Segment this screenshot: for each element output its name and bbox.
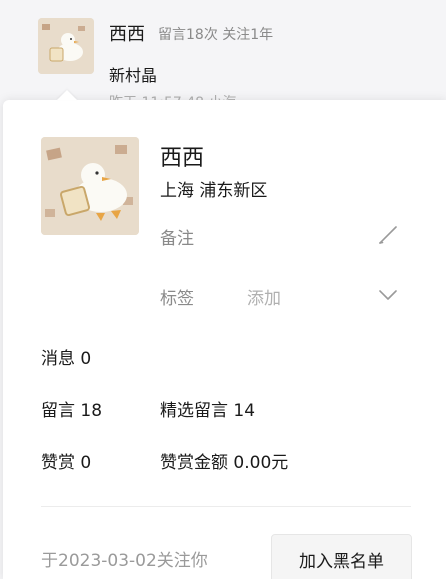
stat-featured-comments: 精选留言 14 [160,401,256,421]
user-profile-popup: 西西 上海 浦东新区 备注 标签 添加 消息 0 留言 18 精选留言 14 赞… [3,100,446,579]
background-username: 西西 [109,24,145,45]
divider [41,506,411,507]
profile-name: 西西 [160,146,205,171]
tag-label: 标签 [160,289,194,309]
follow-date: 于2023-03-02关注你 [41,551,208,571]
pencil-icon[interactable] [377,224,399,246]
remark-label: 备注 [160,229,194,249]
stat-messages: 消息 0 [41,349,92,369]
avatar [41,137,139,235]
background-meta: 留言18次 关注1年 [158,27,274,43]
background-message-item[interactable]: 西西 留言18次 关注1年 新村晶 昨天 11:57 48 小海 [0,0,446,111]
add-to-blacklist-button[interactable]: 加入黑名单 [271,534,412,579]
popup-pointer [57,90,77,100]
chevron-down-icon[interactable] [377,286,399,304]
profile-location: 上海 浦东新区 [160,181,268,201]
background-message-text: 新村晶 [109,66,158,85]
tag-add-button[interactable]: 添加 [247,284,281,309]
stat-appreciation-amount: 赞赏金额 0.00元 [160,453,289,473]
stat-comments: 留言 18 [41,401,103,421]
stat-appreciations: 赞赏 0 [41,453,92,473]
background-avatar [38,18,94,74]
